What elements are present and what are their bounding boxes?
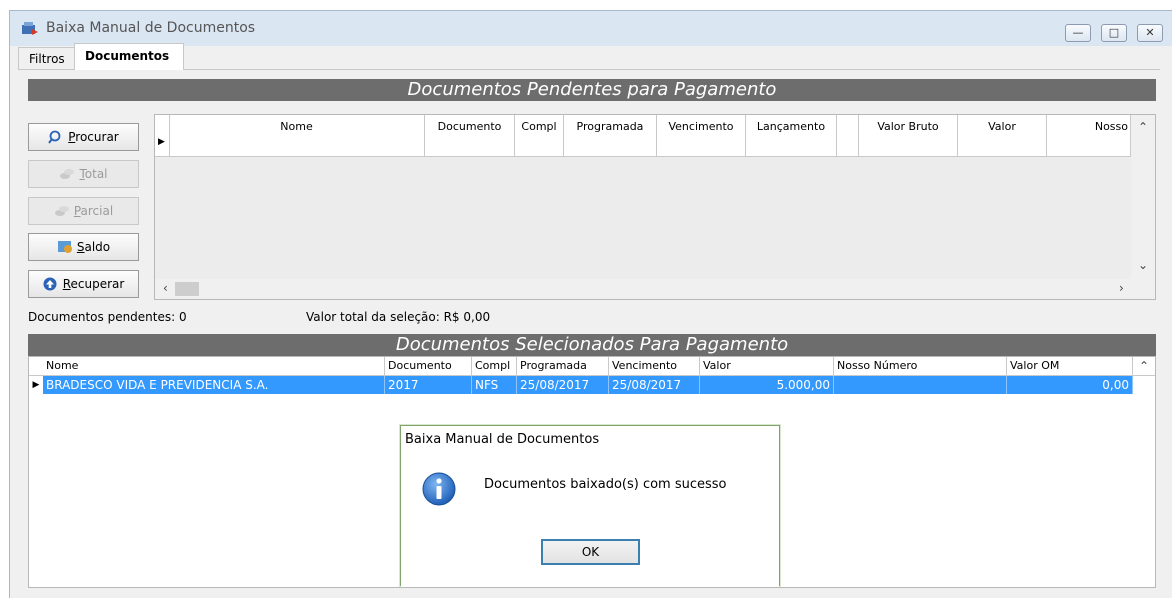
column-header-documento[interactable]: Documento: [425, 115, 515, 156]
column-header-valor-om[interactable]: Valor OM: [1007, 357, 1133, 375]
horizontal-scrollbar[interactable]: ‹ ›: [155, 279, 1133, 299]
column-header-blank[interactable]: [837, 115, 859, 156]
recover-label: ecuperar: [70, 277, 125, 291]
dialog-title[interactable]: Baixa Manual de Documentos: [401, 426, 779, 454]
total-label: otal: [84, 167, 108, 181]
cell-programada[interactable]: 25/08/2017: [517, 376, 609, 394]
window-title: Baixa Manual de Documentos: [46, 20, 256, 36]
minimize-button[interactable]: —: [1065, 24, 1091, 42]
cell-valor[interactable]: 5.000,00: [700, 376, 834, 394]
app-icon: [22, 22, 38, 35]
scroll-down-icon[interactable]: ⌄: [1138, 258, 1148, 272]
tab-filtros[interactable]: Filtros: [18, 47, 75, 69]
coins-icon: [60, 169, 75, 179]
balance-icon: [57, 241, 72, 253]
message-dialog: Baixa Manual de Documentos Documentos ba…: [400, 425, 780, 587]
info-icon: [422, 472, 456, 506]
column-header-programada[interactable]: Programada: [564, 115, 657, 156]
selection-total: Valor total da seleção: R$ 0,00: [306, 310, 491, 324]
column-header-documento[interactable]: Documento: [385, 357, 472, 375]
column-header-programada[interactable]: Programada: [517, 357, 609, 375]
cell-nome[interactable]: BRADESCO VIDA E PREVIDENCIA S.A.: [43, 376, 385, 394]
scroll-left-icon[interactable]: ‹: [163, 281, 168, 295]
up-arrow-icon: [43, 277, 57, 291]
column-header-nome[interactable]: Nome: [43, 357, 385, 375]
scroll-right-icon[interactable]: ›: [1119, 281, 1124, 295]
balance-button[interactable]: Saldo: [28, 233, 139, 261]
column-header-compl[interactable]: Compl: [472, 357, 517, 375]
title-bar[interactable]: Baixa Manual de Documentos — □ ✕: [10, 11, 1172, 46]
vertical-scrollbar[interactable]: ⌃ ⌄: [1131, 115, 1155, 299]
ok-button[interactable]: OK: [541, 539, 640, 565]
table-row[interactable]: ▶ BRADESCO VIDA E PREVIDENCIA S.A. 2017 …: [29, 376, 1133, 394]
total-button[interactable]: Total: [28, 160, 139, 188]
pending-grid-header: ▶ Nome Documento Compl Programada Vencim…: [155, 115, 1131, 157]
column-header-nosso-numero[interactable]: Nosso Número: [834, 357, 1007, 375]
partial-label-mnemonic: P: [73, 204, 81, 218]
column-header-compl[interactable]: Compl: [515, 115, 564, 156]
row-pointer-icon: ▶: [29, 376, 43, 394]
column-header-valor[interactable]: Valor: [958, 115, 1047, 156]
recover-label-mnemonic: R: [62, 277, 71, 291]
dialog-message: Documentos baixado(s) com sucesso: [484, 477, 727, 492]
column-header-vencimento[interactable]: Vencimento: [609, 357, 700, 375]
status-row: Documentos pendentes: 0 Valor total da s…: [28, 307, 1156, 327]
scroll-thumb[interactable]: [175, 282, 199, 296]
search-label: rocurar: [75, 130, 119, 144]
column-header-valor-bruto[interactable]: Valor Bruto: [859, 115, 958, 156]
balance-label: aldo: [84, 240, 111, 254]
row-pointer-icon: ▶: [158, 137, 165, 147]
maximize-icon: □: [1108, 26, 1120, 39]
close-icon: ✕: [1145, 26, 1155, 39]
pending-section-header: Documentos Pendentes para Pagamento: [28, 79, 1156, 101]
scroll-up-icon[interactable]: ⌃: [1139, 359, 1149, 373]
scroll-up-icon[interactable]: ⌃: [1138, 120, 1148, 134]
cell-nosso-numero[interactable]: [834, 376, 1007, 394]
close-button[interactable]: ✕: [1137, 24, 1163, 42]
column-header-lancamento[interactable]: Lançamento: [746, 115, 837, 156]
tab-documentos[interactable]: Documentos: [74, 43, 184, 70]
maximize-button[interactable]: □: [1101, 24, 1127, 42]
dialog-body: Documentos baixado(s) com sucesso OK: [401, 454, 779, 587]
cell-compl[interactable]: NFS: [472, 376, 517, 394]
cell-documento[interactable]: 2017: [385, 376, 472, 394]
row-indicator: ▶: [155, 115, 170, 156]
pending-count: Documentos pendentes: 0: [28, 310, 187, 324]
pending-documents-grid[interactable]: ▶ Nome Documento Compl Programada Vencim…: [154, 114, 1156, 300]
minimize-icon: —: [1072, 26, 1084, 39]
search-icon: [48, 130, 61, 144]
selected-section-header: Documentos Selecionados Para Pagamento: [28, 334, 1156, 356]
coins-icon: [54, 206, 69, 216]
cell-valor-om[interactable]: 0,00: [1007, 376, 1133, 394]
column-header-nome[interactable]: Nome: [169, 115, 425, 156]
selected-grid-header: Nome Documento Compl Programada Vencimen…: [29, 357, 1155, 376]
search-button[interactable]: Procurar: [28, 123, 139, 151]
column-header-valor[interactable]: Valor: [700, 357, 834, 375]
column-header-nosso[interactable]: Nosso: [1047, 115, 1131, 156]
partial-button[interactable]: Parcial: [28, 197, 139, 225]
partial-label: arcial: [80, 204, 114, 218]
recover-button[interactable]: Recuperar: [28, 270, 139, 298]
cell-vencimento[interactable]: 25/08/2017: [609, 376, 700, 394]
column-header-vencimento[interactable]: Vencimento: [657, 115, 746, 156]
